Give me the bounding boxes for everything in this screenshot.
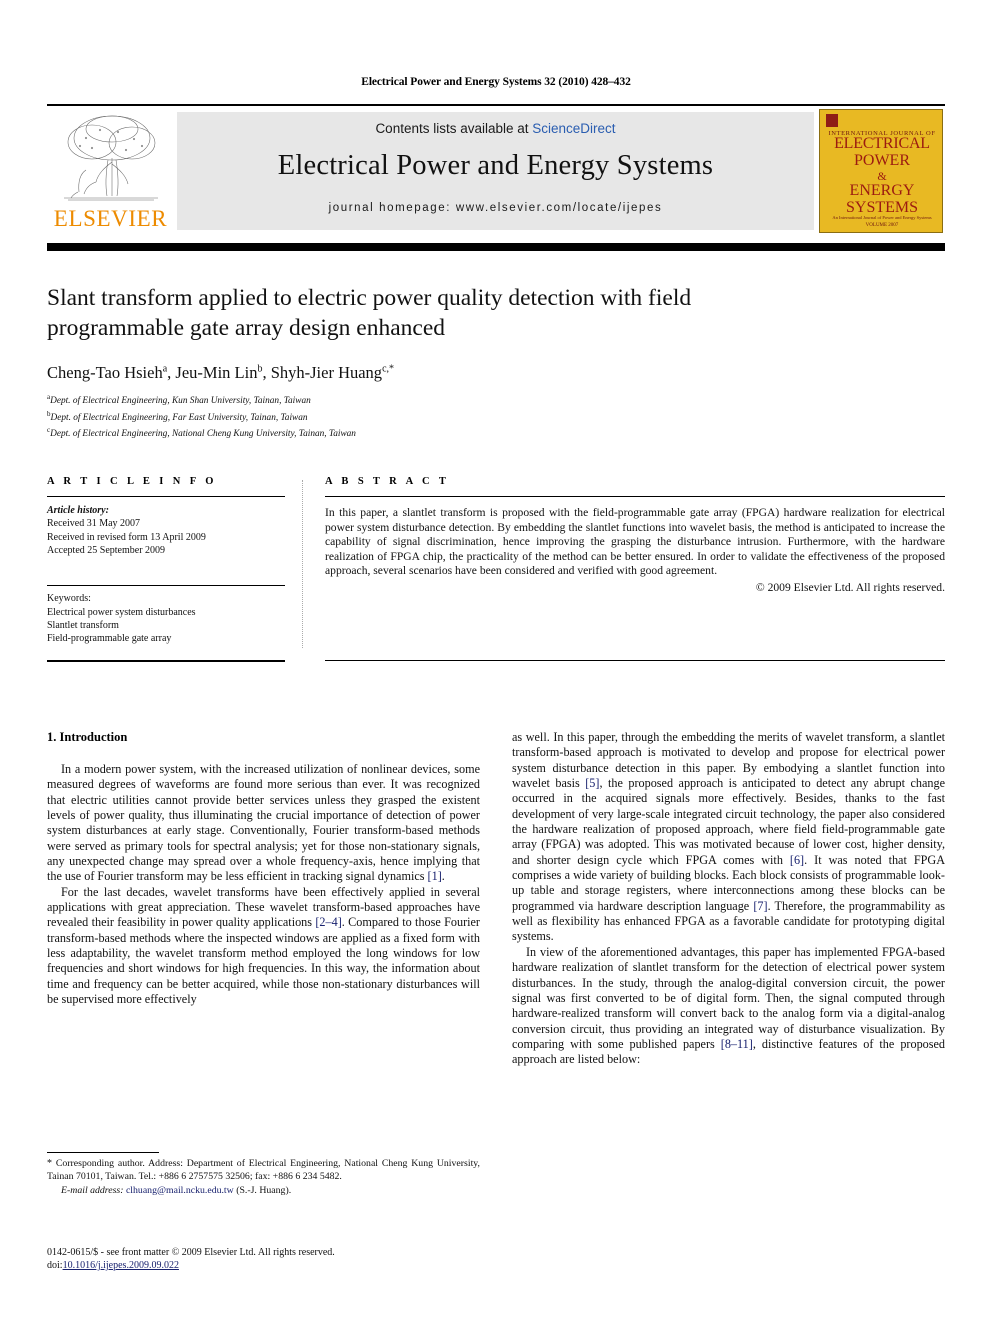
citation-ref[interactable]: [1]	[428, 869, 442, 883]
journal-cover-thumbnail[interactable]: INTERNATIONAL JOURNAL OF ELECTRICAL POWE…	[819, 109, 943, 233]
journal-homepage[interactable]: journal homepage: www.elsevier.com/locat…	[177, 202, 814, 214]
keyword-item: Slantlet transform	[47, 620, 119, 632]
footnote-text: Corresponding author. Address: Departmen…	[47, 1158, 480, 1182]
article-history-item: Received in revised form 13 April 2009	[47, 531, 206, 543]
citation-ref[interactable]: [5]	[585, 776, 599, 790]
affiliation-text: Dept. of Electrical Engineering, Far Eas…	[50, 412, 308, 423]
affiliation-text: Dept. of Electrical Engineering, Nationa…	[50, 429, 356, 440]
contents-prefix: Contents lists available at	[375, 121, 533, 136]
abstract-copyright: © 2009 Elsevier Ltd. All rights reserved…	[755, 580, 945, 594]
cover-line-5: SYSTEMS	[845, 199, 919, 216]
citation-ref[interactable]: [2–4]	[315, 915, 341, 929]
affiliation-item: aDept. of Electrical Engineering, Kun Sh…	[47, 391, 787, 408]
info-bottom-rule	[47, 660, 285, 662]
section-heading-introduction: 1. Introduction	[47, 730, 128, 744]
body-column-right: as well. In this paper, through the embe…	[512, 730, 945, 1068]
body-column-left: 1. Introduction In a modern power system…	[47, 730, 480, 1008]
email-owner: (S.-J. Huang).	[236, 1184, 292, 1196]
abstract-heading: A B S T R A C T	[325, 476, 450, 487]
cover-title-lines: ELECTRICAL POWER & ENERGY SYSTEMS	[820, 135, 942, 216]
info-abstract-divider	[302, 480, 303, 648]
body-paragraph: In view of the aforementioned advantages…	[512, 944, 945, 1067]
masthead-black-bar	[47, 243, 945, 251]
footnote-marker: *	[47, 1158, 52, 1169]
article-history-item: Received 31 May 2007	[47, 518, 141, 530]
footnote-rule	[47, 1152, 159, 1153]
journal-title: Electrical Power and Energy Systems	[277, 150, 714, 181]
article-history: Article history: Received 31 May 2007 Re…	[47, 504, 285, 558]
contents-banner: Contents lists available at ScienceDirec…	[177, 112, 814, 230]
cover-footer-volume: VOLUME 2007	[865, 223, 899, 228]
affiliation-item: cDept. of Electrical Engineering, Nation…	[47, 424, 787, 441]
citation-ref[interactable]: [6]	[790, 853, 804, 867]
keyword-item: Field-programmable gate array	[47, 633, 172, 645]
corresponding-email-link[interactable]: clhuang@mail.ncku.edu.tw	[126, 1185, 234, 1196]
imprint-block: 0142-0615/$ - see front matter © 2009 El…	[47, 1246, 480, 1272]
cover-line-2: POWER	[854, 152, 910, 169]
imprint-front-matter: 0142-0615/$ - see front matter © 2009 El…	[47, 1247, 335, 1258]
article-info-section: A R T I C L E I N F O Article history: R…	[47, 476, 285, 646]
author-list: Cheng-Tao Hsieha, Jeu-Min Linb, Shyh-Jie…	[47, 363, 395, 382]
cover-line-1: ELECTRICAL	[834, 135, 930, 152]
doi-link[interactable]: 10.1016/j.ijepes.2009.09.022	[63, 1260, 179, 1271]
body-paragraph: In a modern power system, with the incre…	[47, 762, 480, 884]
keywords-label: Keywords:	[47, 593, 91, 605]
article-info-rule	[47, 496, 285, 497]
abstract-section: A B S T R A C T In this paper, a slantle…	[325, 476, 945, 594]
masthead-top-rule	[47, 104, 945, 106]
corresponding-author-footnote: * Corresponding author. Address: Departm…	[47, 1158, 480, 1197]
elsevier-logo: ELSEVIER	[48, 110, 173, 231]
contents-list-line: Contents lists available at ScienceDirec…	[177, 121, 814, 136]
sciencedirect-link[interactable]: ScienceDirect	[532, 121, 615, 136]
keywords-block: Keywords: Electrical power system distur…	[47, 592, 285, 646]
body-paragraph: as well. In this paper, through the embe…	[512, 730, 946, 944]
cover-publisher-mark	[826, 114, 838, 127]
cover-line-4: ENERGY	[849, 182, 915, 199]
cover-line-3: &	[877, 169, 887, 183]
cover-footer-subtitle: An International Journal of Power and En…	[832, 215, 932, 220]
imprint-doi-line: doi:10.1016/j.ijepes.2009.09.022	[47, 1259, 480, 1272]
citation-ref[interactable]: [7]	[753, 899, 767, 913]
keywords-rule	[47, 584, 285, 587]
elsevier-tree-icon	[64, 115, 158, 201]
affiliation-item: bDept. of Electrical Engineering, Far Ea…	[47, 408, 787, 425]
abstract-text: In this paper, a slantlet transform is p…	[325, 506, 945, 578]
journal-masthead: ELSEVIER Contents lists available at Sci…	[47, 104, 945, 233]
article-info-heading: A R T I C L E I N F O	[47, 476, 217, 487]
citation-ref[interactable]: [8–11]	[721, 1037, 753, 1051]
article-history-label: Article history:	[47, 505, 109, 516]
keyword-item: Electrical power system disturbances	[47, 606, 196, 618]
email-label: E-mail address:	[61, 1184, 124, 1196]
affiliation-list: aDept. of Electrical Engineering, Kun Sh…	[47, 391, 787, 441]
elsevier-wordmark: ELSEVIER	[53, 206, 168, 231]
page-title: Slant transform applied to electric powe…	[47, 285, 692, 341]
body-paragraph: For the last decades, wavelet transforms…	[47, 884, 480, 1007]
abstract-rule	[325, 496, 945, 497]
article-history-item: Accepted 25 September 2009	[47, 545, 166, 557]
journal-article-page: Electrical Power and Energy Systems 32 (…	[0, 0, 992, 1323]
doi-label: doi:	[47, 1260, 63, 1271]
affiliation-text: Dept. of Electrical Engineering, Kun Sha…	[50, 396, 311, 407]
running-head: Electrical Power and Energy Systems 32 (…	[361, 76, 631, 88]
abstract-bottom-rule	[325, 660, 945, 661]
